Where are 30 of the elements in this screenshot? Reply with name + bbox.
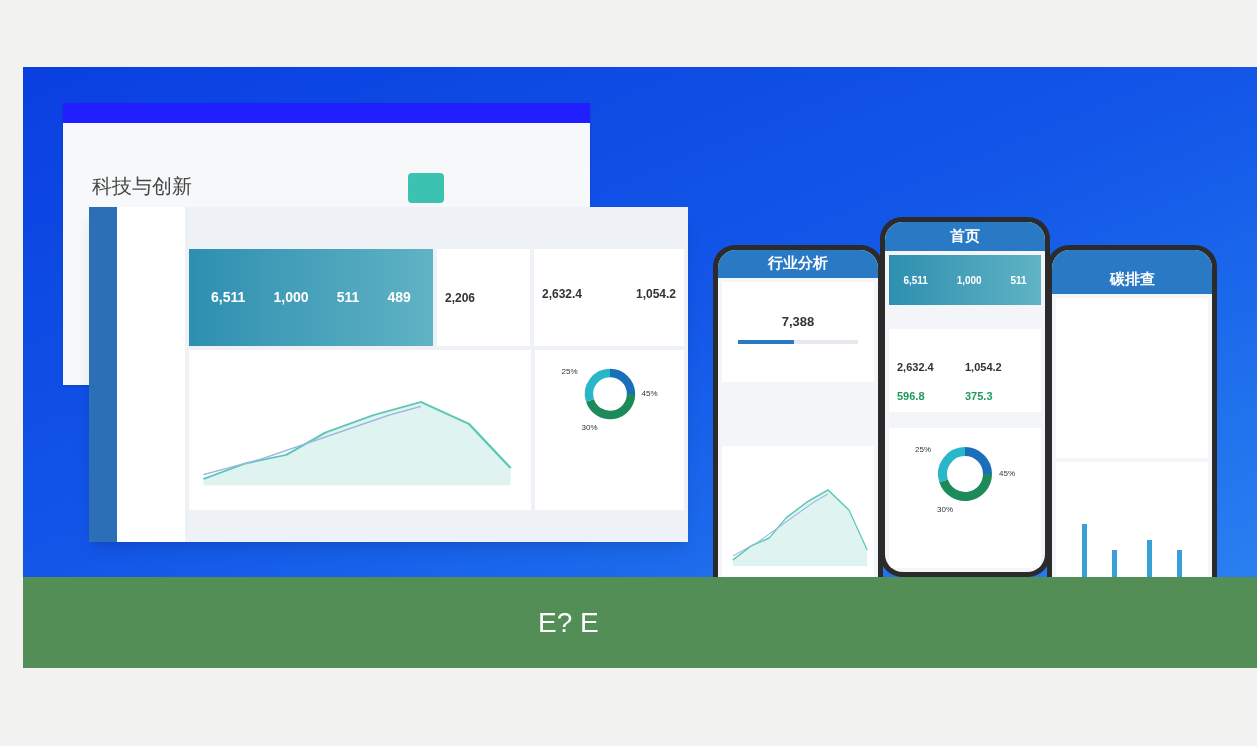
chart-bar (1177, 550, 1182, 577)
stat-value: 511 (336, 288, 360, 307)
stat-value: 596.8 (897, 388, 926, 404)
percent-label: 30% (581, 422, 598, 434)
percent-label: 45% (641, 388, 658, 400)
stat-value: 1,054.2 (965, 360, 1003, 375)
screen-title: 行业分析 (768, 252, 828, 273)
chart-bar (1082, 524, 1087, 577)
headline: 科技与创新 (92, 174, 192, 199)
screen-title: 碳排查 (1109, 268, 1155, 289)
stat-value: 375.3 (965, 388, 994, 404)
stat-value: 1,054.2 (635, 286, 676, 303)
percent-label: 30% (937, 504, 953, 516)
stat-value: 2,632.4 (897, 360, 935, 375)
footer-text: E? E (538, 605, 599, 640)
screen-title: 首页 (950, 225, 980, 246)
stat-value: 6,511 (903, 273, 928, 288)
percent-label: 45% (999, 468, 1015, 480)
stat-value: 6,511 (211, 288, 246, 307)
stat-value: 1,000 (956, 273, 982, 288)
stat-value: 1,000 (273, 288, 309, 307)
stat-value: 7,388 (781, 313, 815, 331)
stat-value: 489 (387, 288, 411, 307)
stat-value: 511 (1010, 273, 1027, 288)
percent-label: 25% (915, 444, 931, 456)
chart-bar (1112, 550, 1117, 577)
chart-bar (1147, 540, 1152, 577)
stat-value: 2,206 (445, 291, 476, 305)
percent-label: 25% (561, 366, 578, 378)
stat-value: 2,632.4 (542, 286, 583, 303)
